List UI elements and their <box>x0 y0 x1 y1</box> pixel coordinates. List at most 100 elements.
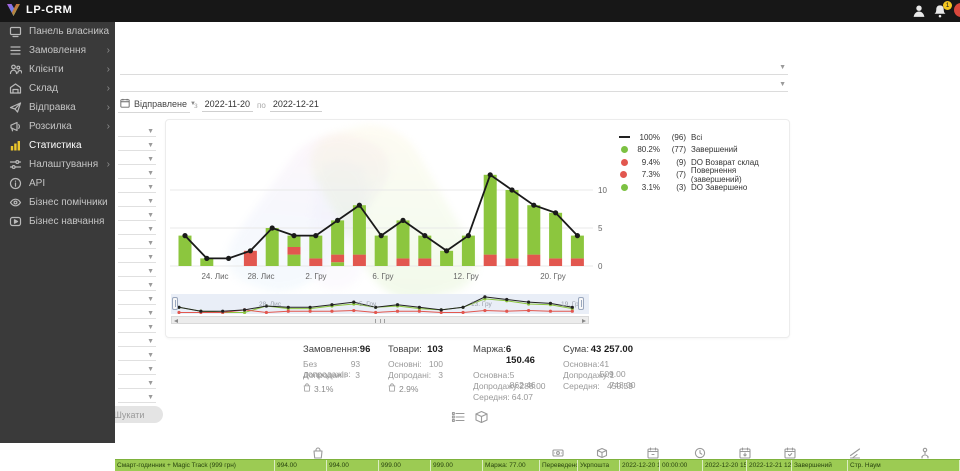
table-cell: 00:00:00 <box>660 460 703 471</box>
mini-filter-select[interactable]: ▼ <box>118 153 156 165</box>
summary-row: Основна:5 862.46 <box>473 370 533 381</box>
navigator-handle-left[interactable] <box>172 297 178 310</box>
summary-header: Замовлення:96 <box>303 344 360 355</box>
to-label: по <box>257 101 266 110</box>
chevron-right-icon: › <box>107 83 110 94</box>
mini-filter-select[interactable]: ▼ <box>118 307 156 319</box>
date-to-input[interactable]: 2022-12-21 <box>270 99 322 112</box>
sidebar-item-settings[interactable]: Налаштування › <box>0 155 115 174</box>
mini-filter-select[interactable]: ▼ <box>118 293 156 305</box>
sliders-icon <box>9 158 22 171</box>
navigator-series <box>171 294 589 314</box>
megaphone-icon <box>9 120 22 133</box>
sidebar-item-shipping[interactable]: Відправка › <box>0 98 115 117</box>
mini-filter-select[interactable]: ▼ <box>118 391 156 403</box>
cube-icon <box>474 410 489 424</box>
summary-row: Без допродажів:93 <box>303 359 360 370</box>
orders-combo-chart: 051024. Лис28. Лис2. Гру6. Гру12. Гру20.… <box>166 120 611 290</box>
sidebar-item-label: Розсилка <box>29 121 72 132</box>
avatar[interactable] <box>954 3 960 17</box>
filter-select-2[interactable]: ▼ <box>120 78 788 92</box>
svg-text:2. Гру: 2. Гру <box>305 272 326 281</box>
clock-icon <box>694 446 706 458</box>
svg-text:6. Гру: 6. Гру <box>372 272 393 281</box>
legend-swatch-icon <box>618 171 630 178</box>
table-cell: Завершений <box>792 460 848 471</box>
list-icon <box>451 410 466 424</box>
video-play-icon <box>9 215 22 228</box>
app-logo[interactable]: LP-CRM <box>6 3 72 17</box>
sidebar-item-business-training[interactable]: Бізнес навчання <box>0 212 115 231</box>
mini-filter-select[interactable]: ▼ <box>118 223 156 235</box>
user-icon[interactable] <box>912 4 926 18</box>
mini-filter-select[interactable]: ▼ <box>118 335 156 347</box>
mini-filter-select[interactable]: ▼ <box>118 265 156 277</box>
svg-text:24. Лис: 24. Лис <box>201 272 228 281</box>
table-cell: Стр. Наум <box>848 460 960 471</box>
upsell-percent: 2.9% <box>388 383 443 394</box>
legend-item[interactable]: 7.3%(7)Повернення (завершений) <box>618 169 789 182</box>
dashboard-icon <box>9 25 22 38</box>
sidebar-item-statistics[interactable]: Статистика <box>0 136 115 155</box>
legend-item[interactable]: 100%(96)Всі <box>618 131 789 144</box>
summary-column: Товари:103Основні:100Допродані:32.9% <box>388 344 443 394</box>
navigator-handle-right[interactable] <box>578 297 584 310</box>
legend-item[interactable]: 80.2%(77)Завершений <box>618 144 789 157</box>
date-type-label: Відправлене <box>134 99 187 109</box>
sidebar-item-clients[interactable]: Клієнти › <box>0 60 115 79</box>
warehouse-icon <box>9 82 22 95</box>
chart-legend: 100%(96)Всі80.2%(77)Завершений9.4%(9)DO … <box>618 131 789 194</box>
mini-filter-select[interactable]: ▼ <box>118 251 156 263</box>
calendar-icon <box>120 98 130 110</box>
chevron-right-icon: › <box>107 159 110 170</box>
chevron-right-icon: › <box>107 45 110 56</box>
sidebar-item-api[interactable]: API <box>0 174 115 193</box>
navigator-scrollbar[interactable] <box>171 316 589 324</box>
scroll-right-icon[interactable] <box>582 319 586 323</box>
mini-filter-select[interactable]: ▼ <box>118 349 156 361</box>
sidebar-item-warehouse[interactable]: Склад › <box>0 79 115 98</box>
mini-filter-select[interactable]: ▼ <box>118 279 156 291</box>
sidebar-item-dashboard[interactable]: Панель власника <box>0 22 115 41</box>
date-type-select[interactable]: Відправлене ▼ <box>118 98 190 113</box>
from-label: з <box>194 101 198 110</box>
sidebar-item-label: Бізнес помічники <box>29 197 108 208</box>
table-cell: Маржа: 77.00 <box>483 460 540 471</box>
info-circle-icon <box>9 177 22 190</box>
mini-filter-select[interactable]: ▼ <box>118 181 156 193</box>
mini-filter-select[interactable]: ▼ <box>118 237 156 249</box>
sidebar-item-business-helpers[interactable]: Бізнес помічники <box>0 193 115 212</box>
summary-row: Допродажу:1 748.00 <box>563 370 633 381</box>
list-view-toggle[interactable] <box>451 410 466 424</box>
table-row-highlighted[interactable]: Смарт-годинник + Magic Track (999 грн) 99… <box>115 459 960 471</box>
margin-trend-icon <box>849 446 861 458</box>
send-icon <box>9 101 22 114</box>
mini-filter-select[interactable]: ▼ <box>118 195 156 207</box>
legend-swatch-icon <box>618 159 630 166</box>
scrollbar-grip-icon[interactable] <box>375 319 385 323</box>
sidebar-item-orders[interactable]: Замовлення › <box>0 41 115 60</box>
calendar-date-icon <box>647 446 659 458</box>
statistics-chart-panel: 051024. Лис28. Лис2. Гру6. Гру12. Гру20.… <box>165 119 790 338</box>
table-cell: 2022-12-20 14:19:06 <box>620 460 660 471</box>
summary-row: Середня:450.59 <box>563 381 633 392</box>
mini-filter-select[interactable]: ▼ <box>118 167 156 179</box>
upsell-percent: 3.1% <box>303 383 360 394</box>
table-cell: Смарт-годинник + Magic Track (999 грн) <box>115 460 275 471</box>
mini-filter-select[interactable]: ▼ <box>118 321 156 333</box>
sidebar-item-mailing[interactable]: Розсилка › <box>0 117 115 136</box>
mini-filter-select[interactable]: ▼ <box>118 125 156 137</box>
logo-v-icon <box>6 3 21 17</box>
mini-filter-select[interactable]: ▼ <box>118 377 156 389</box>
bag-icon <box>388 383 396 394</box>
date-from-input[interactable]: 2022-11-20 <box>202 99 253 112</box>
svg-text:0: 0 <box>598 262 603 271</box>
mini-filter-select[interactable]: ▼ <box>118 209 156 221</box>
filter-select-1[interactable]: ▼ <box>120 61 788 75</box>
table-cell: 999.00 <box>431 460 483 471</box>
scroll-left-icon[interactable] <box>174 319 178 323</box>
product-view-toggle[interactable] <box>474 410 489 424</box>
mini-filter-select[interactable]: ▼ <box>118 139 156 151</box>
mini-filter-select[interactable]: ▼ <box>118 363 156 375</box>
clients-icon <box>9 63 22 76</box>
